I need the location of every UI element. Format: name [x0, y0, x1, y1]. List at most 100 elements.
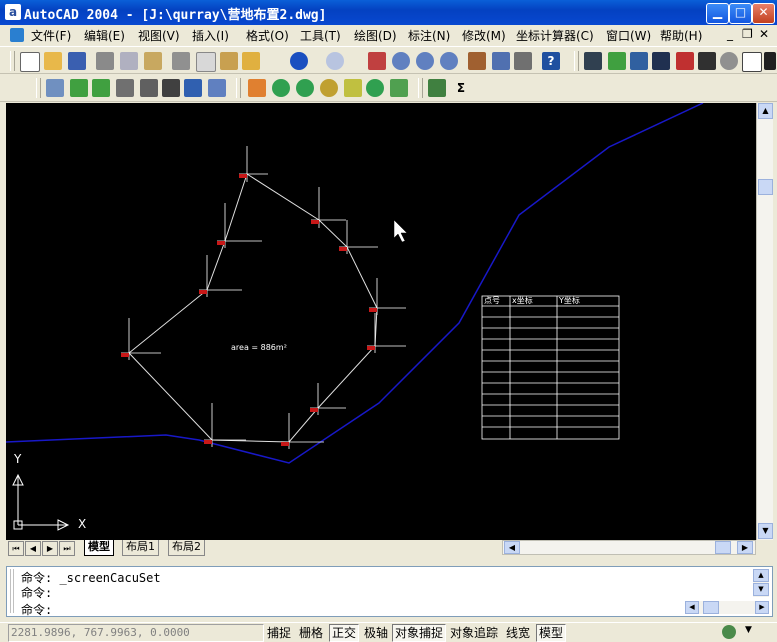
command-window-grip[interactable] [10, 569, 14, 613]
command-input[interactable]: 命令: [21, 601, 52, 618]
compass-icon[interactable] [320, 79, 338, 97]
grid-points-icon[interactable] [70, 79, 88, 97]
horizontal-scrollbar[interactable]: ◀ ▶ [502, 540, 756, 555]
building-icon[interactable] [140, 79, 158, 97]
autocad-app-icon[interactable]: a [5, 4, 21, 20]
undo-icon[interactable] [290, 52, 308, 70]
command-scroll-down-icon[interactable]: ▼ [753, 583, 769, 596]
command-scrollbar[interactable]: ▲ ▼ [753, 569, 769, 597]
design-center-icon[interactable] [492, 52, 510, 70]
link-icon[interactable] [162, 79, 180, 97]
snap-apparent-icon[interactable] [652, 52, 670, 70]
ortho-toggle[interactable]: 正交 [329, 624, 360, 642]
tool-palettes-icon[interactable] [514, 52, 532, 70]
scatter-points-icon[interactable] [92, 79, 110, 97]
help-icon[interactable]: ? [542, 52, 560, 70]
properties-icon[interactable] [468, 52, 486, 70]
menu-coord-calculator[interactable]: 坐标计算器(C) [516, 27, 594, 44]
snap-endpoint-icon[interactable] [584, 52, 602, 70]
hscroll-thumb[interactable] [715, 541, 731, 554]
pan-realtime-icon[interactable] [368, 52, 386, 70]
layers-icon[interactable] [208, 79, 226, 97]
scroll-up-arrow-icon[interactable]: ▲ [758, 103, 773, 119]
coordinate-readout[interactable]: 2281.9896, 767.9963, 0.0000 [8, 624, 264, 642]
menu-file[interactable]: 文件(F) [31, 27, 71, 44]
tab-next-icon[interactable]: ▶ [42, 541, 58, 556]
zoom-previous-icon[interactable] [440, 52, 458, 70]
polar-toggle[interactable]: 极轴 [361, 624, 391, 642]
menu-tools[interactable]: 工具(T) [300, 27, 341, 44]
command-hscrollbar[interactable]: ◀ ▶ [685, 601, 769, 614]
zoom-window-icon[interactable] [416, 52, 434, 70]
copy-icon[interactable] [196, 52, 216, 72]
command-hscroll-thumb[interactable] [703, 601, 719, 614]
snap-toggle[interactable]: 捕捉 [264, 624, 294, 642]
publish-icon[interactable] [144, 52, 162, 70]
convert-icon[interactable] [344, 79, 362, 97]
model-space-toggle[interactable]: 模型 [536, 624, 567, 642]
match-properties-icon[interactable] [242, 52, 260, 70]
sum-icon[interactable]: Σ [452, 79, 470, 97]
table-icon[interactable] [116, 79, 134, 97]
snap-perpendicular-icon[interactable] [676, 52, 694, 70]
tab-layout1[interactable]: 布局1 [122, 540, 159, 556]
scroll-left-arrow-icon[interactable]: ◀ [504, 541, 520, 554]
doc-minimize-button[interactable]: _ [727, 27, 733, 41]
command-scroll-left-icon[interactable]: ◀ [685, 601, 699, 614]
scroll-thumb[interactable] [758, 179, 773, 195]
tab-last-icon[interactable]: ⏭ [59, 541, 75, 556]
tab-prev-icon[interactable]: ◀ [25, 541, 41, 556]
menu-window[interactable]: 窗口(W) [606, 27, 651, 44]
cut-icon[interactable] [172, 52, 190, 70]
globe-icon[interactable] [272, 79, 290, 97]
toolbar-grip[interactable] [236, 78, 241, 98]
export-icon[interactable] [390, 79, 408, 97]
close-button[interactable]: ✕ [752, 3, 775, 24]
globe-calc-icon[interactable] [296, 79, 314, 97]
snap-midpoint-icon[interactable] [608, 52, 626, 70]
menu-modify[interactable]: 修改(M) [462, 27, 506, 44]
zoom-realtime-icon[interactable] [392, 52, 410, 70]
scroll-down-arrow-icon[interactable]: ▼ [758, 523, 773, 539]
transform-icon[interactable] [248, 79, 266, 97]
network-icon[interactable] [184, 79, 202, 97]
tab-layout2[interactable]: 布局2 [168, 540, 205, 556]
command-window[interactable]: 命令: _screenCacuSet 命令: 命令: ▲ ▼ ◀ ▶ [6, 566, 773, 617]
scroll-right-arrow-icon[interactable]: ▶ [737, 541, 753, 554]
toolbar-grip[interactable] [574, 51, 579, 71]
lineweight-toggle[interactable]: 线宽 [503, 624, 533, 642]
open-file-icon[interactable] [44, 52, 62, 70]
vertical-scrollbar[interactable]: ▲ ▼ [756, 103, 773, 540]
communication-center-icon[interactable] [722, 625, 736, 639]
doc-restore-button[interactable]: ❐ [742, 27, 753, 41]
status-menu-arrow-icon[interactable]: ▼ [745, 625, 752, 635]
maximize-button[interactable]: □ [729, 3, 752, 24]
grid-toggle[interactable]: 栅格 [296, 624, 326, 642]
menu-help[interactable]: 帮助(H) [660, 27, 702, 44]
menu-draw[interactable]: 绘图(D) [354, 27, 397, 44]
minimize-button[interactable]: ▁ [706, 3, 729, 24]
snap-tangent-icon[interactable] [698, 52, 716, 70]
menu-edit[interactable]: 编辑(E) [84, 27, 125, 44]
tab-model[interactable]: 模型 [84, 540, 114, 556]
menu-view[interactable]: 视图(V) [138, 27, 180, 44]
snap-node-icon[interactable] [720, 52, 738, 70]
snap-intersection-icon[interactable] [630, 52, 648, 70]
otrack-toggle[interactable]: 对象追踪 [447, 624, 501, 642]
doc-close-button[interactable]: ✕ [759, 27, 769, 41]
snap-insert-icon[interactable] [742, 52, 762, 72]
snap-more-icon[interactable] [764, 52, 776, 70]
paste-icon[interactable] [220, 52, 238, 70]
toolbar-grip[interactable] [418, 78, 423, 98]
save-icon[interactable] [68, 52, 86, 70]
statistics-icon[interactable] [428, 79, 446, 97]
redo-icon[interactable] [326, 52, 344, 70]
print-icon[interactable] [96, 52, 114, 70]
new-file-icon[interactable] [20, 52, 40, 72]
tab-first-icon[interactable]: ⏮ [8, 541, 24, 556]
toolbar-grip[interactable] [36, 78, 41, 98]
menu-insert[interactable]: 插入(I) [192, 27, 229, 44]
toolbar-grip[interactable] [10, 51, 15, 71]
edit-tool-icon[interactable] [46, 79, 64, 97]
drawing-canvas[interactable]: area = 886m² 点号 x坐标 Y坐标 Y X [6, 103, 756, 540]
